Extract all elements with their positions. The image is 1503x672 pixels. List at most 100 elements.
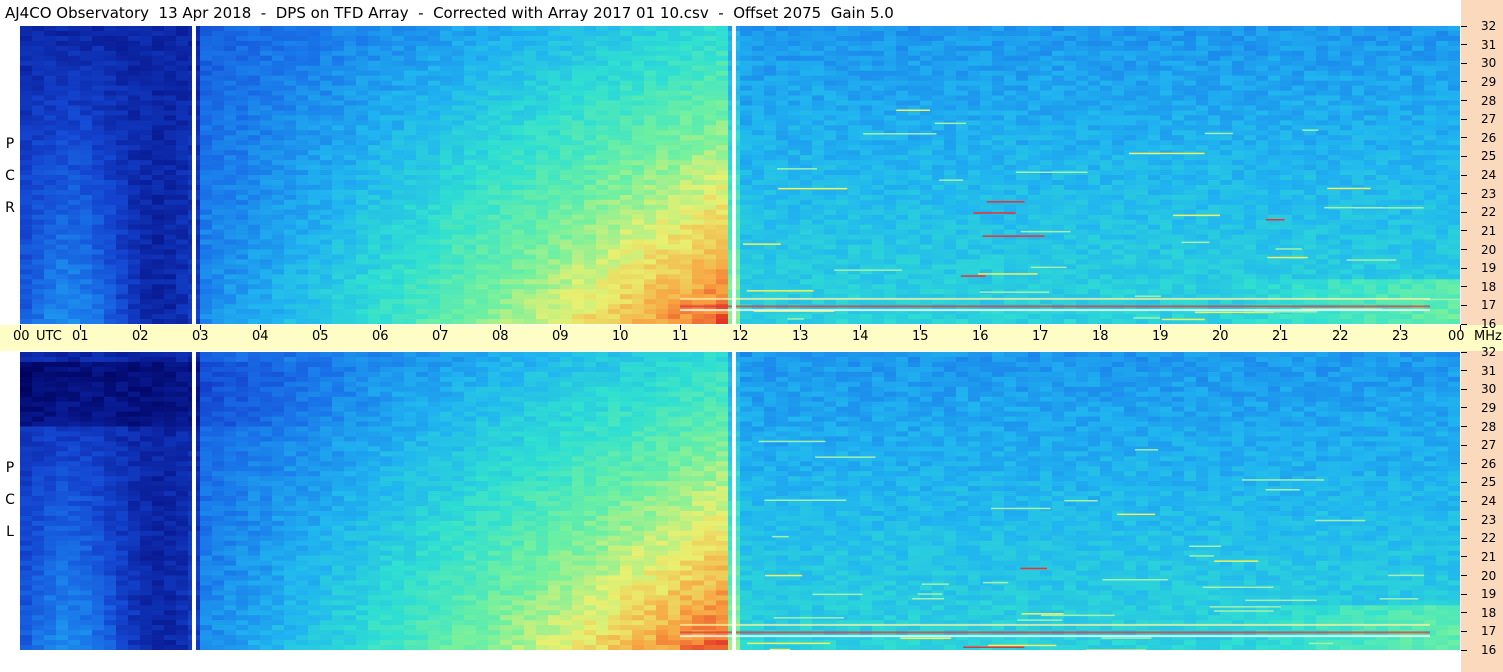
spectrogram-cell [1364, 70, 1377, 77]
spectrogram-cell [716, 170, 729, 176]
spectrogram-cell [1112, 65, 1125, 72]
spectrogram-cell [416, 75, 429, 82]
spectrogram-cell [1388, 60, 1401, 67]
spectrogram-cell [1124, 209, 1137, 216]
spectrogram-cell [284, 165, 297, 171]
spectrogram-cell [284, 85, 297, 92]
spectrogram-cell [1100, 155, 1113, 161]
spectrogram-cell [908, 179, 921, 186]
spectrogram-cell [80, 194, 93, 201]
spectrogram-cell [488, 65, 501, 72]
spectrogram-cell [812, 175, 825, 181]
spectrogram-cell [836, 110, 849, 116]
spectrogram-cell [1424, 209, 1437, 216]
spectrogram-cell [752, 155, 765, 161]
spectrogram-cell [80, 85, 93, 92]
spectrogram-cell [1244, 165, 1257, 171]
spectrogram-cell [1172, 209, 1185, 216]
spectrogram-cell [968, 125, 981, 131]
spectrogram-cell [1136, 40, 1149, 47]
spectrogram-cell [140, 115, 153, 121]
spectrogram-cell [1220, 90, 1233, 97]
spectrogram-cell [800, 65, 813, 72]
spectrogram-cell [260, 105, 273, 112]
spectrogram-cell [620, 199, 633, 206]
spectrogram-cell [872, 140, 885, 146]
spectrogram-cell [368, 219, 381, 226]
spectrogram-cell [212, 204, 225, 211]
spectrogram-cell [1244, 26, 1257, 32]
spectrogram-cell [464, 70, 477, 77]
spectrogram-cell [1316, 194, 1329, 201]
spectrogram-cell [488, 214, 501, 221]
spectrogram-cell [860, 100, 873, 107]
spectrogram-cell [968, 90, 981, 97]
spectrogram-cell [1160, 85, 1173, 92]
spectrogram-cell [380, 90, 393, 97]
spectrogram-cell [104, 55, 117, 62]
spectrogram-cell [140, 105, 153, 112]
spectrogram-cell [1244, 60, 1257, 67]
spectrogram-cell [1136, 30, 1149, 37]
spectrogram-cell [1124, 50, 1137, 57]
spectrogram-cell [896, 199, 909, 206]
spectrogram-cell [1256, 130, 1269, 136]
spectrogram-cell [1388, 100, 1401, 107]
spectrogram-cell [572, 45, 585, 52]
spectrogram-cell [812, 110, 825, 116]
spectrogram-cell [92, 95, 105, 102]
spectrogram-cell [56, 40, 69, 47]
spectrogram-cell [500, 45, 513, 52]
spectrogram-cell [596, 224, 609, 231]
spectrogram-cell [488, 120, 501, 126]
spectrogram-cell [344, 145, 357, 151]
spectrogram-cell [164, 165, 177, 171]
spectrogram-cell [392, 65, 405, 72]
spectrogram-cell [680, 214, 693, 221]
spectrogram-cell [488, 110, 501, 116]
spectrogram-cell [1400, 150, 1413, 156]
spectrogram-cell [272, 125, 285, 131]
spectrogram-cell [740, 184, 753, 191]
spectrogram-cell [1220, 100, 1233, 107]
spectrogram-cell [536, 214, 549, 221]
spectrogram-cell [1220, 75, 1233, 82]
spectrogram-cell [572, 175, 585, 181]
spectrogram-cell [800, 170, 813, 176]
spectrogram-cell [1244, 105, 1257, 112]
spectrogram-cell [1088, 160, 1101, 166]
spectrogram-cell [344, 110, 357, 116]
spectrogram-cell [104, 40, 117, 47]
spectrogram-cell [1304, 204, 1317, 211]
spectrogram-cell [920, 140, 933, 146]
spectrogram-cell [608, 214, 621, 221]
spectrogram-cell [104, 110, 117, 116]
spectrogram-cell [680, 55, 693, 62]
spectrogram-cell [20, 35, 33, 42]
spectrogram-cell [32, 30, 45, 37]
spectrogram-cell [536, 175, 549, 181]
spectrogram-cell [1280, 179, 1293, 186]
spectrogram-cell [284, 179, 297, 186]
spectrogram-cell [1268, 175, 1281, 181]
spectrogram-cell [1376, 189, 1389, 196]
spectrogram-cell [836, 30, 849, 37]
spectrogram-cell [920, 80, 933, 87]
spectrogram-cell [1148, 145, 1161, 151]
spectrogram-cell [1256, 204, 1269, 211]
spectrogram-cell [1292, 45, 1305, 52]
spectrogram-cell [980, 219, 993, 226]
spectrogram-cell [272, 155, 285, 161]
spectrogram-cell [1400, 175, 1413, 181]
spectrogram-cell [80, 140, 93, 146]
spectrogram-cell [1376, 105, 1389, 112]
spectrogram-cell [800, 40, 813, 47]
spectrogram-cell [308, 40, 321, 47]
spectrogram-cell [128, 90, 141, 97]
spectrogram-cell [1436, 224, 1449, 231]
spectrogram-cell [572, 130, 585, 136]
spectrogram-cell [872, 70, 885, 77]
spectrogram-cell [596, 95, 609, 102]
spectrogram-cell [1340, 214, 1353, 221]
spectrogram-cell [1184, 60, 1197, 67]
